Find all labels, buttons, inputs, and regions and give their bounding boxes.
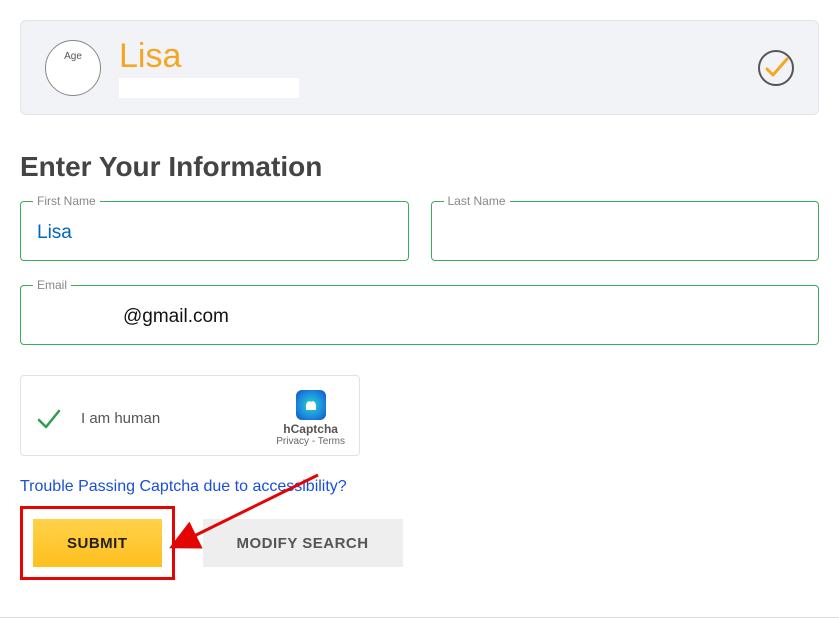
submit-button[interactable]: SUBMIT (33, 519, 162, 567)
age-badge: Age (45, 40, 101, 96)
verified-check-icon (758, 50, 794, 86)
profile-redacted-area (119, 78, 299, 98)
first-name-value: Lisa (37, 222, 72, 243)
first-name-label: First Name (33, 194, 100, 208)
captcha-status-text: I am human (81, 410, 160, 427)
modify-search-button[interactable]: MODIFY SEARCH (203, 519, 403, 567)
name-row: First Name Lisa Last Name (20, 201, 819, 261)
privacy-link[interactable]: Privacy (276, 436, 309, 447)
email-value: @gmail.com (37, 306, 802, 328)
accessibility-link[interactable]: Trouble Passing Captcha due to accessibi… (20, 478, 819, 496)
hcaptcha-logo-icon (296, 390, 326, 420)
hcaptcha-widget[interactable]: I am human hCaptcha Privacy - Terms (20, 375, 360, 456)
profile-card: Age Lisa (20, 20, 819, 115)
profile-name: Lisa (119, 37, 299, 76)
profile-left: Age Lisa (45, 37, 299, 98)
hcaptcha-links: Privacy - Terms (276, 436, 345, 447)
profile-name-block: Lisa (119, 37, 299, 98)
buttons-row: SUBMIT MODIFY SEARCH (20, 506, 819, 580)
terms-link[interactable]: Terms (318, 436, 345, 447)
first-name-field[interactable]: First Name Lisa (20, 201, 409, 261)
email-label: Email (33, 278, 71, 292)
last-name-field[interactable]: Last Name (431, 201, 820, 261)
captcha-branding: hCaptcha Privacy - Terms (276, 390, 345, 447)
age-label: Age (64, 51, 82, 62)
checkmark-icon (35, 405, 63, 433)
submit-annotation-box: SUBMIT (20, 506, 175, 580)
hcaptcha-brand-text: hCaptcha (283, 422, 338, 436)
email-field[interactable]: Email @gmail.com (20, 285, 819, 345)
section-title: Enter Your Information (20, 151, 819, 183)
last-name-label: Last Name (444, 194, 510, 208)
captcha-status: I am human (35, 405, 160, 433)
